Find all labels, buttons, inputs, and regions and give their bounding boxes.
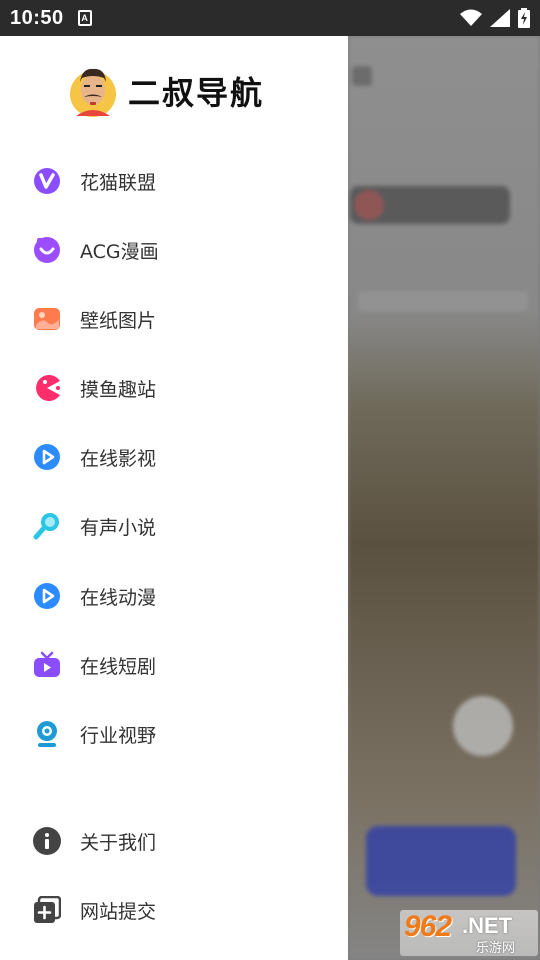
- menu-item-label: 在线动漫: [80, 586, 157, 609]
- menu-item-label: 有声小说: [80, 516, 157, 539]
- brand-header: 二叔导航: [68, 64, 264, 118]
- blue-webcam-icon: [33, 720, 61, 748]
- menu-item-label: ACG漫画: [80, 240, 159, 263]
- menu-item-moyu[interactable]: 摸鱼趣站: [0, 358, 348, 418]
- info-circle-icon: [33, 827, 61, 855]
- purple-smile-bubble-icon: [33, 236, 61, 264]
- watermark-suffix: .NET: [462, 913, 513, 938]
- battery-charging-icon: [518, 8, 530, 28]
- cyan-search-icon: [33, 512, 61, 540]
- app-title: 二叔导航: [128, 74, 265, 112]
- add-square-icon: [33, 896, 61, 924]
- menu-item-industry[interactable]: 行业视野: [0, 704, 348, 764]
- menu-item-movies[interactable]: 在线影视: [0, 427, 348, 487]
- menu-item-label: 网站提交: [80, 900, 157, 923]
- menu-item-about[interactable]: 关于我们: [0, 811, 348, 871]
- watermark-number: 962: [404, 910, 452, 943]
- purple-tv-icon: [33, 651, 61, 679]
- menu-item-submit[interactable]: 网站提交: [0, 880, 348, 940]
- watermark-logo: 962 .NET 乐游网: [400, 910, 538, 956]
- menu-item-label: 关于我们: [80, 831, 157, 854]
- menu-item-anime[interactable]: 在线动漫: [0, 566, 348, 626]
- blue-play-icon: [33, 582, 61, 610]
- pink-pacman-icon: [33, 374, 61, 402]
- notification-icon: A: [77, 10, 92, 26]
- menu-item-label: 摸鱼趣站: [80, 378, 157, 401]
- menu-item-audiobook[interactable]: 有声小说: [0, 496, 348, 556]
- wifi-icon: [460, 9, 482, 26]
- background-content: [348, 36, 540, 960]
- menu-item-acg[interactable]: ACG漫画: [0, 220, 348, 280]
- menu-item-label: 行业视野: [80, 724, 157, 747]
- menu-item-label: 在线短剧: [80, 655, 157, 678]
- menu-item-wallpaper[interactable]: 壁纸图片: [0, 289, 348, 349]
- status-bar: 10:50 A: [0, 0, 540, 36]
- menu-item-label: 壁纸图片: [80, 309, 157, 332]
- menu-item-shortdrama[interactable]: 在线短剧: [0, 635, 348, 695]
- watermark-site: 乐游网: [476, 941, 516, 956]
- blue-play-icon: [33, 443, 61, 471]
- orange-landscape-icon: [33, 305, 61, 333]
- signal-icon: [490, 9, 510, 27]
- navigation-drawer: 二叔导航 花猫联盟 ACG漫画 壁纸图片 摸鱼趣站 在线影视 有声小说 在线动漫…: [0, 36, 348, 960]
- menu-item-huamao[interactable]: 花猫联盟: [0, 151, 348, 211]
- menu-item-label: 花猫联盟: [80, 171, 157, 194]
- avatar-icon: [70, 68, 116, 117]
- status-icons: [460, 8, 530, 28]
- purple-v-icon: [33, 167, 61, 195]
- status-time: 10:50: [10, 6, 64, 29]
- menu-item-label: 在线影视: [80, 447, 157, 470]
